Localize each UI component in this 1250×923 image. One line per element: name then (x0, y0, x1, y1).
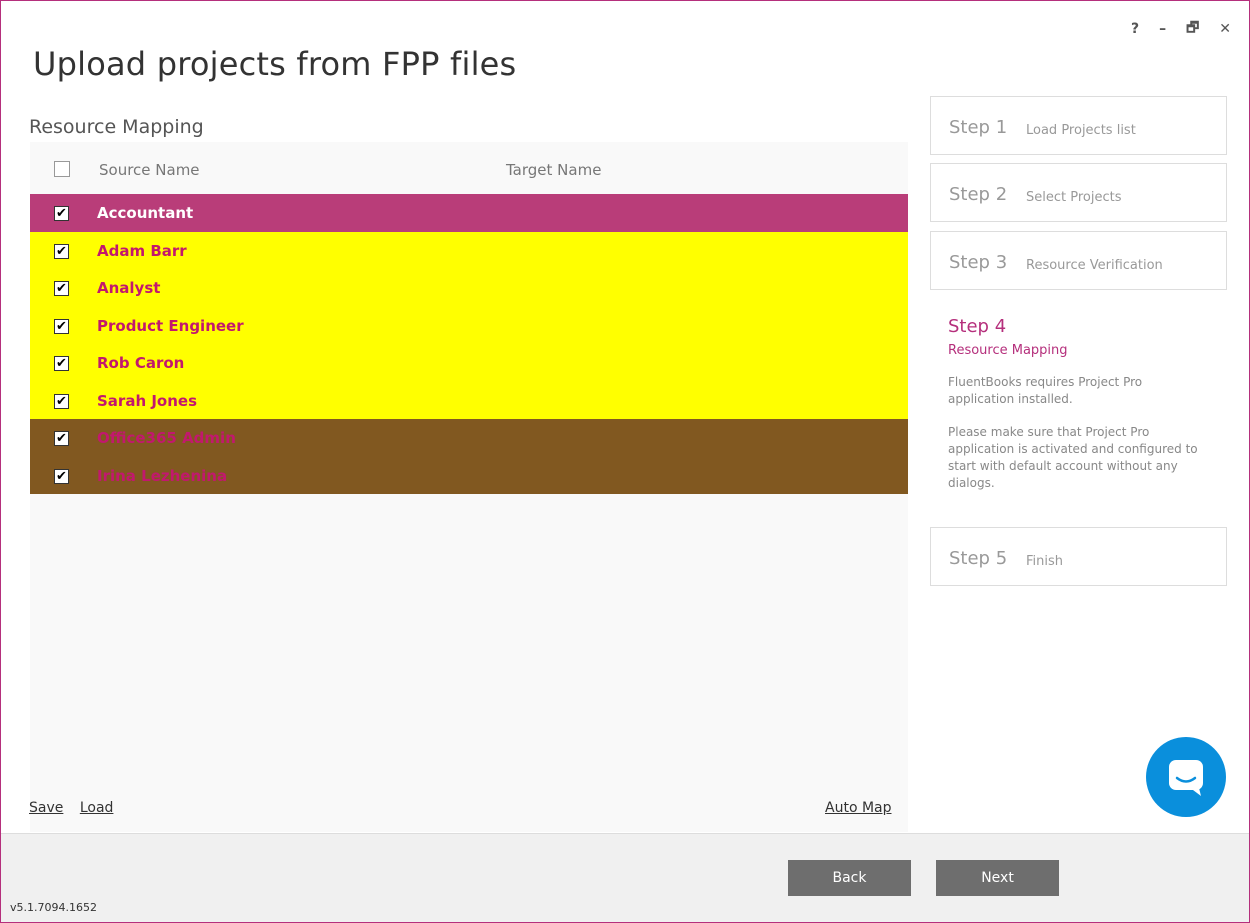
step-label: Load Projects list (1026, 123, 1136, 138)
row-checkbox[interactable]: ✔ (54, 281, 69, 296)
row-checkbox[interactable]: ✔ (54, 393, 69, 409)
step-number: Step 2 (949, 184, 1008, 205)
table-row[interactable]: ✔ Rob Caron (30, 344, 908, 382)
row-source-name: Irina Lezhenina (97, 466, 228, 485)
chat-icon (1169, 760, 1203, 796)
step-3: Step 3 Resource Verification (930, 231, 1227, 290)
step-label: Resource Mapping (948, 343, 1068, 358)
window-controls: ? – 🗗 ✕ (1131, 17, 1231, 41)
row-source-name: Sarah Jones (97, 391, 198, 410)
select-all-checkbox[interactable] (54, 161, 70, 177)
next-button[interactable]: Next (936, 860, 1059, 896)
step-note: FluentBooks requires Project Pro applica… (948, 375, 1143, 406)
load-link[interactable]: Load (80, 800, 114, 816)
row-checkbox[interactable]: ✔ (54, 206, 69, 221)
table-row[interactable]: ✔ Sarah Jones (30, 381, 908, 419)
section-title: Resource Mapping (29, 116, 204, 138)
table-row[interactable]: ✔ Product Engineer (30, 306, 908, 344)
auto-map-link[interactable]: Auto Map (825, 800, 892, 816)
step-number: Step 1 (949, 117, 1008, 138)
row-checkbox[interactable]: ✔ (54, 243, 69, 259)
row-checkbox[interactable]: ✔ (54, 468, 69, 484)
step-number: Step 5 (949, 548, 1008, 569)
table-row[interactable]: ✔ Office365 Admin (30, 419, 908, 457)
chat-button[interactable] (1146, 737, 1226, 817)
help-icon[interactable]: ? (1131, 21, 1139, 37)
table-row[interactable]: ✔ Accountant (30, 194, 908, 232)
mapping-list: ✔ Accountant ✔ Adam Barr ✔ Analyst ✔ Pro… (30, 194, 908, 494)
step-label: Resource Verification (1026, 258, 1163, 273)
save-link[interactable]: Save (29, 800, 63, 816)
table-row[interactable]: ✔ Analyst (30, 269, 908, 307)
row-source-name: Adam Barr (97, 241, 187, 260)
column-header-target: Target Name (506, 161, 602, 179)
row-source-name: Product Engineer (97, 316, 244, 335)
step-2: Step 2 Select Projects (930, 163, 1227, 222)
step-4-active: Step 4 Resource Mapping FluentBooks requ… (948, 316, 1208, 492)
step-label: Select Projects (1026, 190, 1122, 205)
row-source-name: Rob Caron (97, 354, 185, 372)
step-number: Step 3 (949, 252, 1008, 273)
minimize-icon[interactable]: – (1159, 21, 1166, 37)
page-title: Upload projects from FPP files (33, 45, 517, 83)
row-source-name: Office365 Admin (97, 429, 236, 447)
step-number: Step 4 (948, 316, 1007, 337)
version-label: v5.1.7094.1652 (10, 901, 97, 914)
step-5: Step 5 Finish (930, 527, 1227, 586)
row-checkbox[interactable]: ✔ (54, 431, 69, 446)
close-icon[interactable]: ✕ (1219, 21, 1231, 37)
bottom-bar (1, 833, 1249, 922)
table-row[interactable]: ✔ Irina Lezhenina (30, 456, 908, 494)
row-source-name: Analyst (97, 279, 161, 297)
row-source-name: Accountant (97, 204, 194, 222)
step-1: Step 1 Load Projects list (930, 96, 1227, 155)
table-row[interactable]: ✔ Adam Barr (30, 231, 908, 269)
step-note: Please make sure that Project Pro applic… (948, 425, 1198, 490)
table-header: Source Name Target Name (30, 152, 908, 190)
mapping-actions: Save Load (29, 800, 125, 816)
row-checkbox[interactable]: ✔ (54, 318, 69, 334)
column-header-source: Source Name (99, 161, 200, 179)
back-button[interactable]: Back (788, 860, 911, 896)
restore-icon[interactable]: 🗗 (1186, 17, 1199, 41)
row-checkbox[interactable]: ✔ (54, 356, 69, 371)
step-label: Finish (1026, 554, 1064, 569)
